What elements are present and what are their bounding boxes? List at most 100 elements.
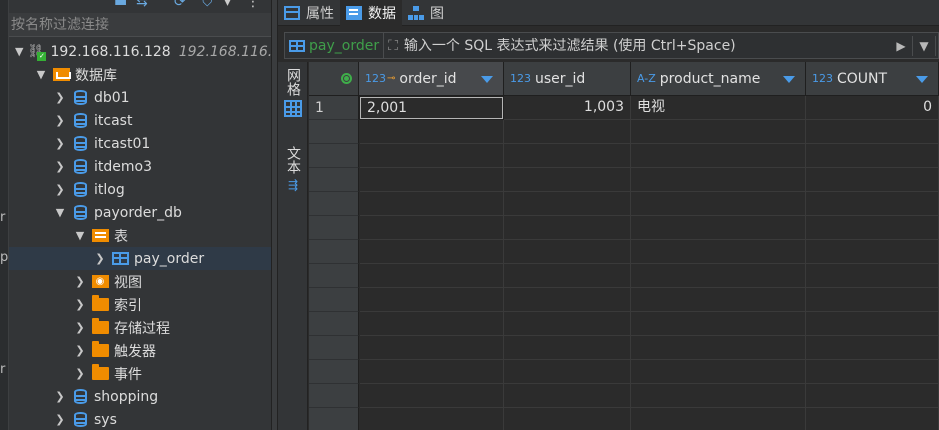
collapse-icon[interactable]: ▬ (114, 0, 127, 10)
result-filter-bar: pay_order ⛶ ▶ ▼ (284, 32, 939, 59)
chevron-right-icon[interactable]: ❯ (73, 344, 87, 358)
empty-grid-cell (806, 288, 939, 312)
column-header-count[interactable]: 123 COUNT (806, 62, 939, 96)
database-icon (71, 90, 89, 106)
chevron-down-icon[interactable]: ▼ (34, 68, 48, 82)
connection-filter-input[interactable] (9, 13, 271, 36)
empty-grid-cell (504, 360, 631, 384)
more-icon[interactable]: ⋮ (246, 0, 260, 10)
numeric-type-icon: 123 (365, 72, 386, 85)
tables-folder-icon (91, 228, 109, 244)
column-header-product-name[interactable]: A-Z product_name (631, 62, 806, 96)
text-view-button[interactable]: 文本 ⇶ (281, 146, 305, 192)
active-table-chip[interactable]: pay_order (285, 33, 385, 58)
empty-grid-cell (360, 408, 504, 430)
column-header-order-id[interactable]: 123 ⊸ order_id (359, 62, 504, 96)
empty-grid-cell (360, 336, 504, 360)
filter-history-icon[interactable]: ▼ (915, 39, 933, 53)
empty-row-header (309, 312, 359, 336)
tree-folder[interactable]: ❯ 触发器 (9, 339, 271, 362)
empty-grid-cell (806, 216, 939, 240)
grid-view-button[interactable]: 网格 (281, 68, 305, 117)
chevron-right-icon[interactable]: ❯ (53, 183, 67, 197)
empty-grid-cell (360, 312, 504, 336)
tab-diagram[interactable]: 图 (402, 0, 450, 26)
empty-grid-cell (631, 240, 806, 264)
folder-label: 触发器 (114, 343, 156, 360)
chevron-right-icon[interactable]: ❯ (73, 367, 87, 381)
chevron-right-icon[interactable]: ❯ (53, 137, 67, 151)
grid-cell[interactable]: 0 (806, 96, 939, 120)
grid-corner[interactable] (309, 62, 359, 96)
tree-folder[interactable]: ❯ 存储过程 (9, 316, 271, 339)
database-navigator: r p r ▬ ⇆ ⟳ ⛉ ▾ ⋮ ▼ ⛓✓ 192.168.116.128 1… (0, 0, 271, 430)
sort-icon[interactable] (916, 76, 928, 83)
expand-icon[interactable]: ⛶ (388, 38, 398, 54)
tab-data[interactable]: 数据 (340, 0, 402, 26)
tree-db[interactable]: ❯ itcast (9, 109, 271, 132)
empty-row-header (309, 288, 359, 312)
refresh-icon[interactable]: ⟳ (174, 0, 186, 10)
tree-tables[interactable]: ▼ 表 (9, 224, 271, 247)
empty-grid-cell (504, 240, 631, 264)
empty-grid-cell (360, 216, 504, 240)
link-icon[interactable]: ⇆ (136, 0, 148, 10)
dropdown-icon[interactable]: ▾ (224, 0, 231, 10)
chevron-right-icon[interactable]: ❯ (73, 275, 87, 289)
chevron-right-icon[interactable]: ❯ (53, 413, 67, 427)
chevron-right-icon[interactable]: ❯ (53, 390, 67, 404)
apply-filter-icon[interactable]: ▶ (892, 39, 910, 53)
connection-filter[interactable] (9, 13, 271, 37)
data-icon (346, 6, 362, 20)
tree-db[interactable]: ❯ itlog (9, 178, 271, 201)
tree-db[interactable]: ❯ itdemo3 (9, 155, 271, 178)
chevron-right-icon[interactable]: ❯ (93, 252, 107, 266)
sort-icon[interactable] (481, 76, 493, 83)
chevron-down-icon[interactable]: ▼ (53, 206, 67, 220)
column-name: COUNT (837, 70, 888, 87)
tree-connection[interactable]: ▼ ⛓✓ 192.168.116.128 192.168.116.12 (9, 40, 271, 63)
folder-label: 存储过程 (114, 320, 170, 337)
edge-char: p (0, 250, 9, 265)
databases-label: 数据库 (75, 67, 117, 84)
empty-grid-cell (631, 144, 806, 168)
tree-db-payorder[interactable]: ▼ payorder_db (9, 201, 271, 224)
chevron-down-icon[interactable]: ▼ (15, 45, 23, 59)
grid-cell[interactable]: 2,001 (359, 96, 504, 120)
database-icon (71, 412, 89, 428)
chevron-right-icon[interactable]: ❯ (53, 114, 67, 128)
chevron-right-icon[interactable]: ❯ (73, 298, 87, 312)
grid-cell[interactable]: 1,003 (504, 96, 631, 120)
empty-grid-cell (806, 264, 939, 288)
chevron-down-icon[interactable]: ▼ (73, 229, 87, 243)
row-number[interactable]: 1 (309, 96, 359, 120)
folder-icon (91, 364, 109, 382)
filter-icon[interactable]: ⛉ (202, 0, 213, 10)
tree-db[interactable]: ❯ sys (9, 408, 271, 430)
filter-expression-input[interactable] (403, 37, 892, 54)
empty-row-header (309, 408, 359, 430)
tree-db[interactable]: ❯ itcast01 (9, 132, 271, 155)
numeric-type-icon: 123 (812, 72, 833, 85)
tree-folder[interactable]: ❯ 索引 (9, 293, 271, 316)
chevron-right-icon[interactable]: ❯ (53, 160, 67, 174)
numeric-type-icon: 123 (510, 72, 531, 85)
tree-db[interactable]: ❯ db01 (9, 86, 271, 109)
sort-icon[interactable] (783, 76, 795, 83)
panel-splitter[interactable] (271, 0, 278, 430)
chevron-right-icon[interactable]: ❯ (53, 91, 67, 105)
table-editor: 属性 数据 图 pay_order ⛶ ▶ ▼ 网格 文本 ⇶ (278, 0, 939, 430)
tree-folder[interactable]: ❯ ◉ 视图 (9, 270, 271, 293)
tab-label: 图 (430, 6, 444, 22)
tree-table-pay-order[interactable]: ❯ pay_order (9, 247, 271, 270)
grid-cell[interactable]: 电视 (631, 96, 806, 120)
tab-properties[interactable]: 属性 (278, 0, 340, 26)
chevron-right-icon[interactable]: ❯ (73, 321, 87, 335)
empty-grid-cell (806, 120, 939, 144)
empty-row-header (309, 384, 359, 408)
tree-db[interactable]: ❯ shopping (9, 385, 271, 408)
tree-databases[interactable]: ▼ 数据库 (9, 63, 271, 86)
column-header-user-id[interactable]: 123 user_id (504, 62, 631, 96)
tree-folder[interactable]: ❯ 事件 (9, 362, 271, 385)
string-type-icon: A-Z (637, 72, 656, 85)
